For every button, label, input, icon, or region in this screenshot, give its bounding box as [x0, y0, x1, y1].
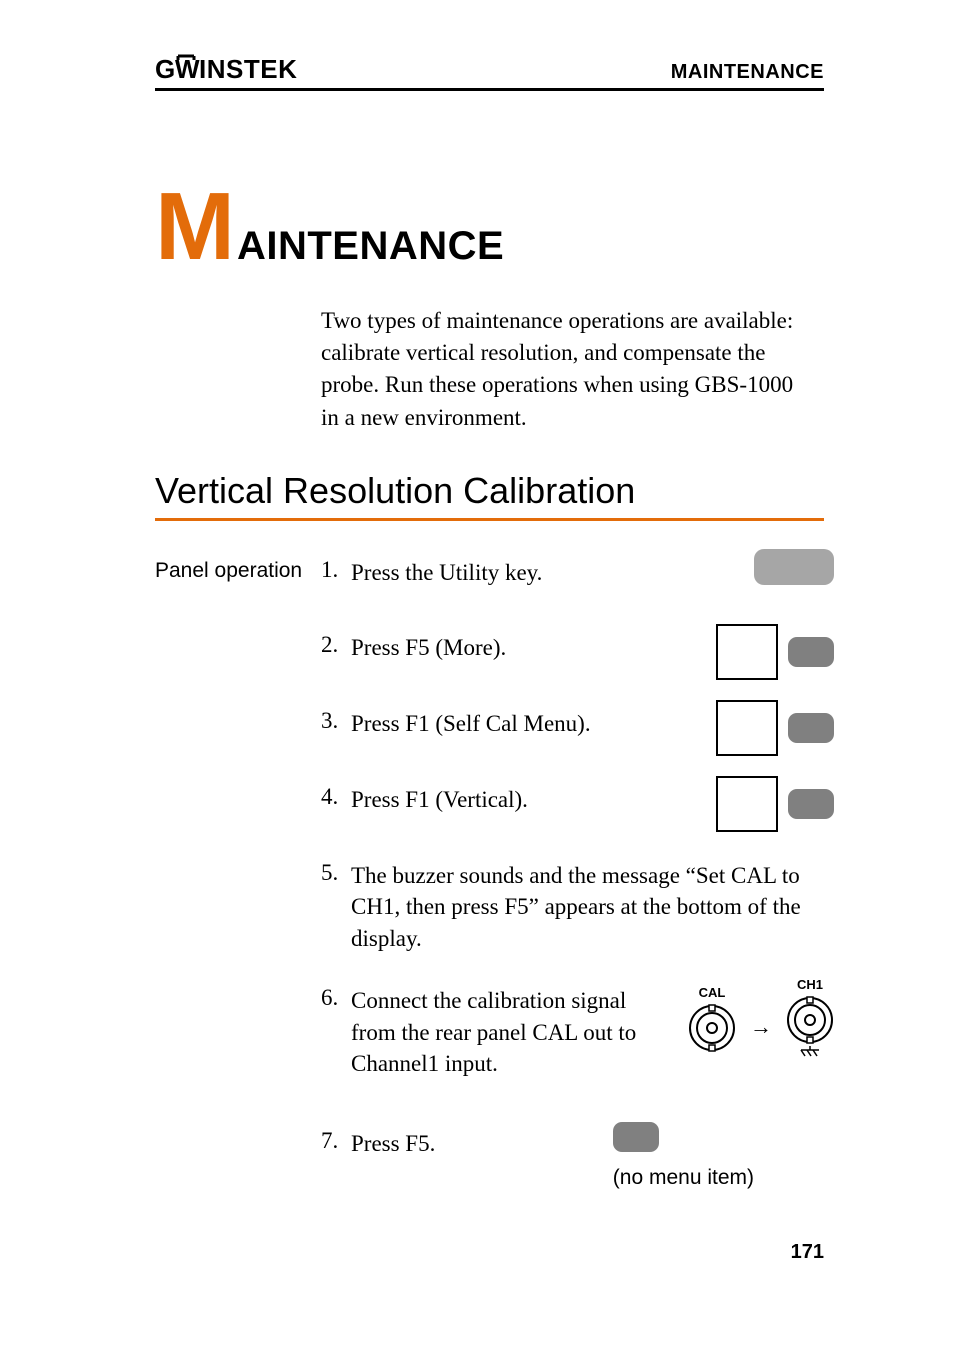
arrow-icon: → — [750, 1014, 772, 1040]
display-box-icon — [716, 624, 778, 680]
step-3: 3. Press F1 (Self Cal Menu). — [321, 708, 824, 740]
gwinstek-logo-svg: G W INSTEK — [155, 54, 325, 84]
step-4-graphic — [716, 776, 834, 832]
step-number: 6. — [321, 985, 351, 1011]
bnc-icon — [688, 1004, 736, 1052]
ch1-label: CH1 — [797, 977, 823, 992]
step-text: Press the Utility key. — [351, 557, 811, 589]
svg-text:G: G — [155, 54, 176, 84]
step-text: Connect the calibration signal from the … — [351, 985, 651, 1080]
step-4: 4. Press F1 (Vertical). — [321, 784, 824, 816]
step-number: 3. — [321, 708, 351, 734]
chapter-initial: M — [155, 189, 235, 266]
cal-label: CAL — [699, 985, 726, 1000]
page-number: 171 — [791, 1241, 824, 1264]
step-number: 4. — [321, 784, 351, 810]
step-5: 5. The buzzer sounds and the message “Se… — [321, 860, 824, 955]
chapter-rest: AINTENANCE — [237, 224, 504, 269]
step-number: 7. — [321, 1128, 351, 1154]
step-number: 5. — [321, 860, 351, 886]
bnc-icon — [786, 996, 834, 1044]
step-7: 7. Press F5. (no menu item) — [321, 1128, 824, 1160]
display-box-icon — [716, 776, 778, 832]
step-1-graphic — [754, 549, 834, 585]
step-7-graphic: (no menu item) — [613, 1122, 754, 1190]
steps-list: 1. Press the Utility key. 2. Press F5 (M… — [321, 557, 824, 1160]
step-number: 2. — [321, 632, 351, 658]
intro-paragraph: Two types of maintenance operations are … — [321, 305, 801, 434]
section-heading: Vertical Resolution Calibration — [155, 470, 824, 521]
display-box-icon — [716, 700, 778, 756]
svg-text:INSTEK: INSTEK — [199, 54, 297, 84]
softkey-icon — [613, 1122, 659, 1152]
step-6-graphic: CAL → CH1 — [688, 977, 834, 1060]
header-row: G W INSTEK MAINTENANCE — [155, 54, 824, 91]
cal-connector: CAL — [688, 985, 736, 1052]
chapter-title: M AINTENANCE — [155, 189, 824, 269]
step-6: 6. Connect the calibration signal from t… — [321, 985, 824, 1080]
ground-icon — [799, 1046, 821, 1060]
step-1: 1. Press the Utility key. — [321, 557, 824, 589]
step-2-graphic — [716, 624, 834, 680]
softkey-icon — [788, 637, 834, 667]
utility-key-icon — [754, 549, 834, 585]
header-section-name: MAINTENANCE — [671, 61, 824, 84]
brand-logo: G W INSTEK — [155, 54, 325, 84]
step-2: 2. Press F5 (More). — [321, 632, 824, 664]
step-number: 1. — [321, 557, 351, 583]
no-menu-label: (no menu item) — [613, 1166, 754, 1190]
step-3-graphic — [716, 700, 834, 756]
ch1-connector: CH1 — [786, 977, 834, 1060]
softkey-icon — [788, 789, 834, 819]
panel-operation-label: Panel operation — [155, 557, 321, 1160]
softkey-icon — [788, 713, 834, 743]
step-text: The buzzer sounds and the message “Set C… — [351, 860, 821, 955]
